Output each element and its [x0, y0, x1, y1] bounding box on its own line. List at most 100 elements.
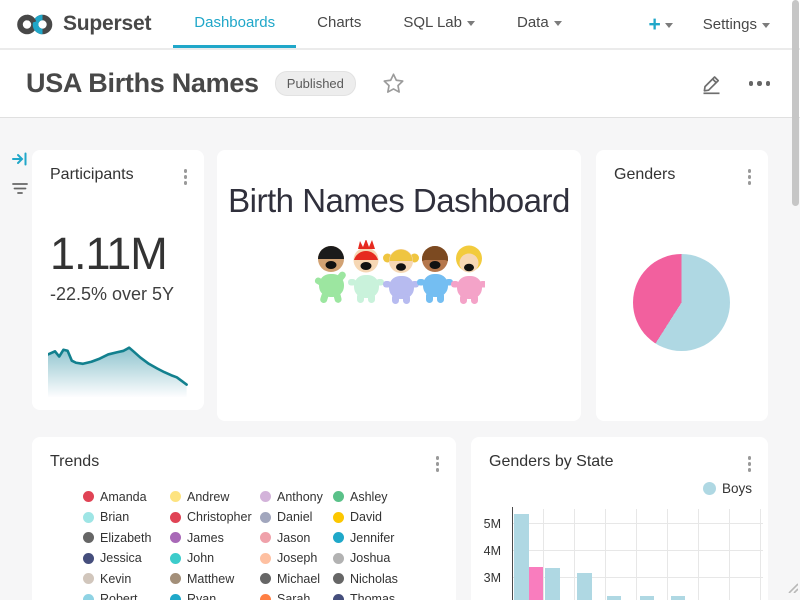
- bar[interactable]: [545, 568, 560, 600]
- legend-item-brian[interactable]: Brian: [83, 511, 170, 524]
- y-axis-tick: 5M: [473, 517, 507, 531]
- legend-item-matthew[interactable]: Matthew: [170, 572, 260, 585]
- published-badge[interactable]: Published: [275, 71, 356, 96]
- legend-dot: [333, 491, 344, 502]
- legend-dot: [333, 553, 344, 564]
- kebab-menu-icon[interactable]: [179, 166, 193, 188]
- y-axis-tick: 4M: [473, 544, 507, 558]
- navbar-right: + Settings: [649, 0, 800, 48]
- filter-rail: [7, 150, 33, 197]
- gridline: [512, 523, 763, 524]
- legend-item-joseph[interactable]: Joseph: [260, 552, 333, 565]
- legend-item-joshua[interactable]: Joshua: [333, 552, 428, 565]
- legend-dot: [260, 491, 271, 502]
- chevron-down-icon: [554, 21, 562, 26]
- genders-card: Genders: [596, 150, 768, 421]
- bar[interactable]: [607, 596, 621, 600]
- legend-label: Kevin: [100, 572, 131, 586]
- genders-pie-chart[interactable]: [633, 254, 730, 351]
- more-actions-icon[interactable]: [745, 77, 775, 90]
- legend-dot: [83, 594, 94, 600]
- legend-item-thomas[interactable]: Thomas: [333, 593, 428, 600]
- legend-dot: [170, 573, 181, 584]
- nav-item-label: Dashboards: [194, 14, 275, 31]
- legend-label: Nicholas: [350, 572, 398, 586]
- filter-icon[interactable]: [11, 181, 29, 197]
- nav-item-label: SQL Lab: [403, 14, 462, 31]
- nav-item-sql-lab[interactable]: SQL Lab: [382, 0, 496, 48]
- legend-item-ryan[interactable]: Ryan: [170, 593, 260, 600]
- chart-title: Participants: [50, 166, 134, 184]
- y-axis-tick: 3M: [473, 571, 507, 585]
- legend-label: Daniel: [277, 510, 312, 524]
- legend-label: Joshua: [350, 551, 390, 565]
- legend-item-kevin[interactable]: Kevin: [83, 572, 170, 585]
- nav-item-charts[interactable]: Charts: [296, 0, 382, 48]
- superset-app: Superset Dashboards Charts SQL Lab Data + S…: [0, 0, 800, 600]
- bar[interactable]: [529, 567, 543, 600]
- nav-item-data[interactable]: Data: [496, 0, 583, 48]
- brand-logo[interactable]: Superset: [0, 0, 173, 48]
- chart-title: Trends: [50, 453, 99, 471]
- legend-dot: [260, 594, 271, 600]
- resize-handle-icon[interactable]: [785, 580, 798, 598]
- legend-label: Jennifer: [350, 531, 394, 545]
- legend-dot: [170, 532, 181, 543]
- legend-item-jennifer[interactable]: Jennifer: [333, 531, 428, 544]
- legend-item-sarah[interactable]: Sarah: [260, 593, 333, 600]
- legend-label: John: [187, 551, 214, 565]
- nav-item-label: Data: [517, 14, 549, 31]
- bar[interactable]: [671, 596, 685, 600]
- legend-dot: [83, 553, 94, 564]
- legend-label: Jessica: [100, 551, 142, 565]
- trends-card: Trends Amanda Andrew AnthonyAshley Brian Chr…: [32, 437, 456, 600]
- legend-dot: [83, 573, 94, 584]
- legend-dot: [333, 573, 344, 584]
- nav-item-dashboards[interactable]: Dashboards: [173, 0, 296, 48]
- legend-item-nicholas[interactable]: Nicholas: [333, 572, 428, 585]
- legend-item-amanda[interactable]: Amanda: [83, 490, 170, 503]
- legend-label: Christopher: [187, 510, 252, 524]
- legend-item-john[interactable]: John: [170, 552, 260, 565]
- legend-dot: [260, 553, 271, 564]
- legend-item-andrew[interactable]: Andrew: [170, 490, 260, 503]
- legend-label: Amanda: [100, 490, 147, 504]
- legend-label: James: [187, 531, 224, 545]
- legend-item-robert[interactable]: Robert: [83, 593, 170, 600]
- header-actions: [700, 72, 775, 95]
- navbar: Superset Dashboards Charts SQL Lab Data + S…: [0, 0, 800, 50]
- settings-menu[interactable]: Settings: [703, 16, 770, 33]
- edit-dashboard-icon[interactable]: [700, 72, 723, 95]
- bar[interactable]: [640, 596, 654, 600]
- favorite-star-icon[interactable]: [382, 72, 405, 95]
- legend-label: Andrew: [187, 490, 229, 504]
- legend-item-anthony[interactable]: Anthony: [260, 490, 333, 503]
- bar[interactable]: [577, 573, 592, 600]
- legend-item-jessica[interactable]: Jessica: [83, 552, 170, 565]
- genders-by-state-card: Genders by State Boys 5M4M3M: [471, 437, 768, 600]
- kebab-menu-icon[interactable]: [431, 453, 445, 475]
- legend-dot: [260, 532, 271, 543]
- vertical-scrollbar[interactable]: [792, 0, 799, 206]
- legend-item-jason[interactable]: Jason: [260, 531, 333, 544]
- participants-sparkline: [48, 343, 188, 397]
- legend-label: Jason: [277, 531, 310, 545]
- chevron-down-icon: [467, 21, 475, 26]
- legend-item-james[interactable]: James: [170, 531, 260, 544]
- expand-filter-bar-icon[interactable]: [11, 150, 29, 168]
- kebab-menu-icon[interactable]: [743, 166, 757, 188]
- genders-by-state-bar-chart[interactable]: 5M 4M 3M: [471, 437, 768, 600]
- bar[interactable]: [514, 514, 529, 600]
- chevron-down-icon: [665, 23, 673, 28]
- legend-label: Elizabeth: [100, 531, 151, 545]
- legend-item-daniel[interactable]: Daniel: [260, 511, 333, 524]
- legend-dot: [170, 512, 181, 523]
- legend-item-ashley[interactable]: Ashley: [333, 490, 428, 503]
- legend-item-david[interactable]: David: [333, 511, 428, 524]
- legend-item-michael[interactable]: Michael: [260, 572, 333, 585]
- legend-item-elizabeth[interactable]: Elizabeth: [83, 531, 170, 544]
- legend-item-christopher[interactable]: Christopher: [170, 511, 260, 524]
- trends-legend: Amanda Andrew AnthonyAshley Brian Christophe…: [83, 490, 428, 600]
- legend-label: Brian: [100, 510, 129, 524]
- new-item-button[interactable]: +: [649, 14, 673, 35]
